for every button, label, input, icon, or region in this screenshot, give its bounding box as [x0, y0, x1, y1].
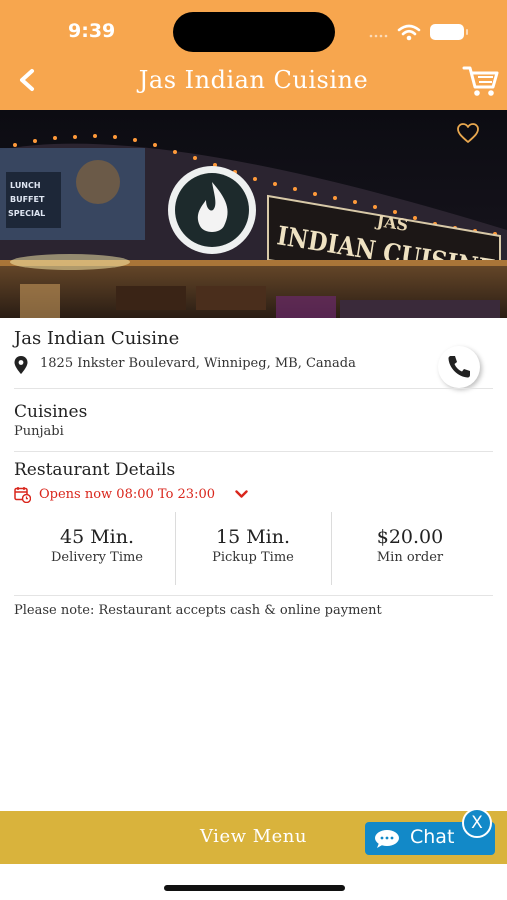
chat-bubble-icon: [375, 830, 399, 848]
restaurant-name: Jas Indian Cuisine: [14, 328, 180, 349]
home-indicator[interactable]: [164, 885, 345, 891]
calendar-clock-icon: [14, 487, 31, 503]
divider: [14, 595, 493, 596]
nav-bar: Jas Indian Cuisine: [0, 58, 507, 106]
payment-note: Please note: Restaurant accepts cash & o…: [14, 603, 382, 618]
restaurant-address: 1825 Inkster Boulevard, Winnipeg, MB, Ca…: [40, 356, 356, 371]
stat-delivery-time: 45 Min. Delivery Time: [19, 512, 175, 585]
stat-min-order: $20.00 Min order: [332, 512, 488, 585]
wifi-icon: [397, 24, 421, 41]
page-title: Jas Indian Cuisine: [138, 66, 369, 94]
cuisines-value: Punjabi: [14, 424, 64, 439]
board-line: SPECIAL: [8, 209, 45, 218]
storefront-illustration: LUNCH BUFFET SPECIAL JAS INDIAN CUISINE: [0, 110, 507, 318]
stat-value: 15 Min.: [215, 526, 291, 548]
signal-icon: [369, 34, 388, 38]
board-line: BUFFET: [10, 195, 45, 204]
status-time: 9:39: [68, 20, 116, 42]
board-line: LUNCH: [10, 181, 41, 190]
opening-hours-text: Opens now 08:00 To 23:00: [39, 487, 215, 502]
dynamic-island: [173, 12, 335, 52]
stat-label: Delivery Time: [50, 550, 143, 565]
divider: [14, 388, 493, 389]
chevron-down-icon: [235, 490, 248, 498]
phone-icon: [448, 356, 470, 378]
divider: [14, 451, 493, 452]
chat-close-button[interactable]: X: [462, 808, 492, 838]
restaurant-photo: LUNCH BUFFET SPECIAL JAS INDIAN CUISINE: [0, 110, 507, 318]
stat-value: $20.00: [376, 526, 444, 548]
battery-icon: [430, 24, 468, 40]
stat-value: 45 Min.: [59, 526, 135, 548]
close-icon: X: [471, 813, 483, 833]
favorite-heart-icon[interactable]: [456, 122, 480, 144]
call-button[interactable]: [438, 346, 480, 388]
restaurant-details-title: Restaurant Details: [14, 460, 176, 480]
stat-pickup-time: 15 Min. Pickup Time: [175, 512, 331, 585]
status-bar: 9:39: [0, 0, 507, 60]
cart-icon[interactable]: [462, 64, 500, 98]
restaurant-stats: 45 Min. Delivery Time 15 Min. Pickup Tim…: [14, 512, 493, 585]
stat-label: Min order: [376, 550, 444, 565]
stat-label: Pickup Time: [212, 550, 294, 565]
chat-label: Chat: [410, 826, 455, 848]
location-pin-icon: [14, 356, 28, 374]
cuisines-title: Cuisines: [14, 402, 88, 422]
app-header: 9:39 Jas Indian Cuisine: [0, 0, 507, 110]
